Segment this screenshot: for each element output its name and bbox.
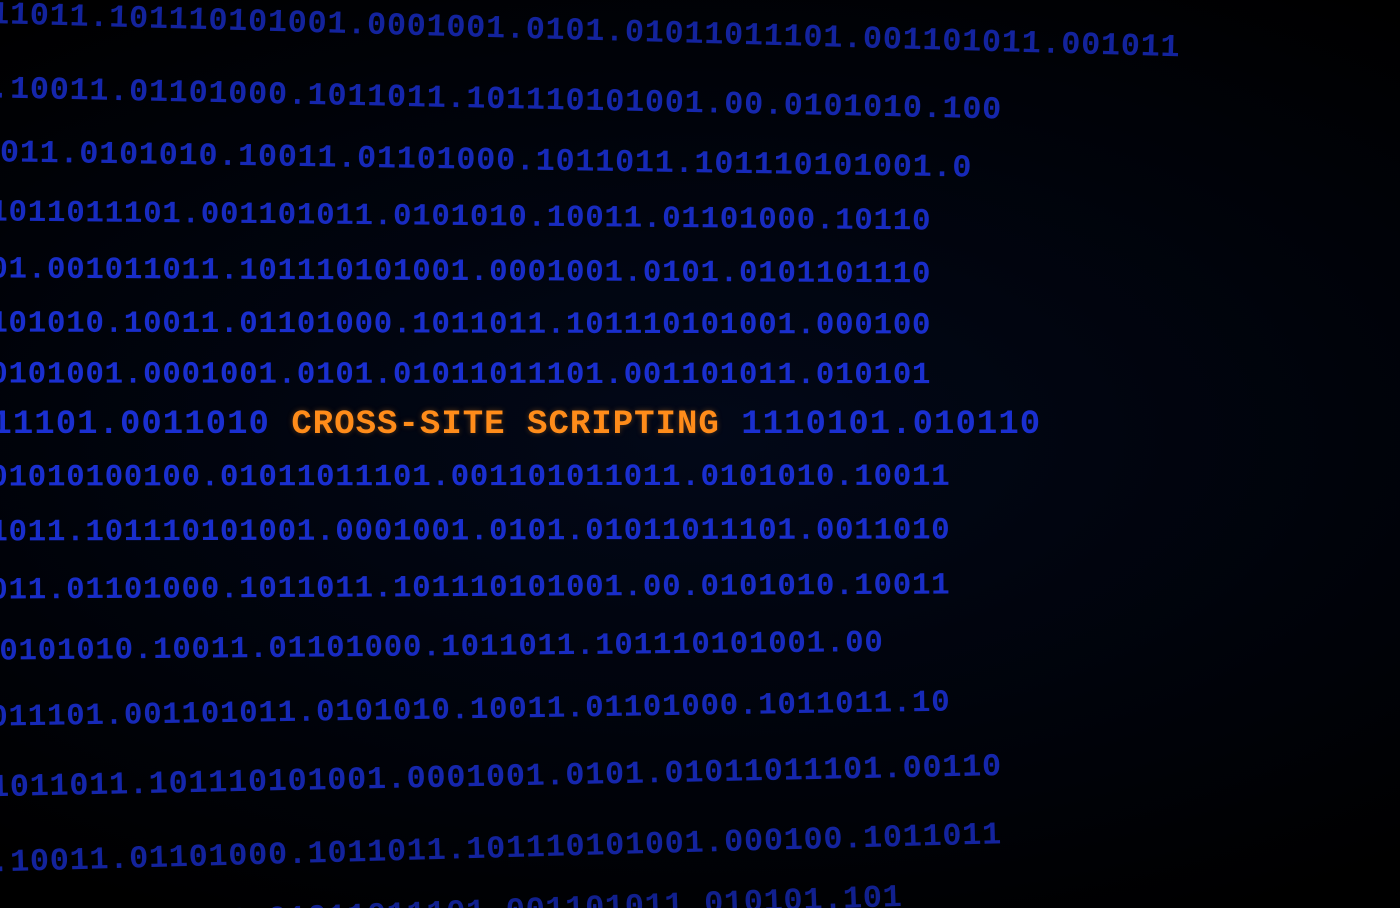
highlight-text: CROSS-SITE SCRIPTING [291, 406, 719, 444]
binary-row: 1011101.001101011.0101010.10011.01101000… [0, 681, 1370, 734]
binary-row: .10011.01101000.1011011.101110101001.000… [0, 808, 1390, 879]
binary-canvas: 011011.101110101001.0001001.0101.0101101… [0, 0, 1400, 908]
binary-row: 011011.101110101001.0001001.0101.0101101… [0, 0, 1370, 70]
binary-row: .0101010.10011.01101000.1011011.10111010… [0, 623, 1380, 667]
binary-row: 01011011.101110101001.0001001.0101.01011… [0, 743, 1370, 804]
binary-row: .10011.01101000.1011011.101110101001.00.… [0, 73, 1390, 134]
binary-row: 001.001011011.101110101001.0001001.0101.… [0, 254, 1370, 292]
center-binary-right: 1110101.010110 [720, 406, 1041, 444]
binary-row: .1011.101110101001.0001001.0101.01011011… [0, 515, 1370, 549]
center-row: 011101.0011010 CROSS-SITE SCRIPTING 1110… [0, 408, 1370, 442]
binary-row: 001010100100.01011011101.001101011011.01… [0, 462, 1370, 494]
center-binary-left: 011101.0011010 [0, 406, 291, 444]
binary-row: 10101001.0001001.0101.01011011101.001101… [0, 360, 1370, 392]
binary-row: 0101010.10011.01101000.1011011.101110101… [0, 309, 1370, 343]
binary-row: 01011011101.001101011.0101010.10011.0110… [0, 197, 1370, 241]
binary-row: .011.0101010.10011.01101000.1011011.1011… [0, 137, 1380, 191]
binary-row: 0011.01101000.1011011.101110101001.00.01… [0, 568, 1370, 606]
